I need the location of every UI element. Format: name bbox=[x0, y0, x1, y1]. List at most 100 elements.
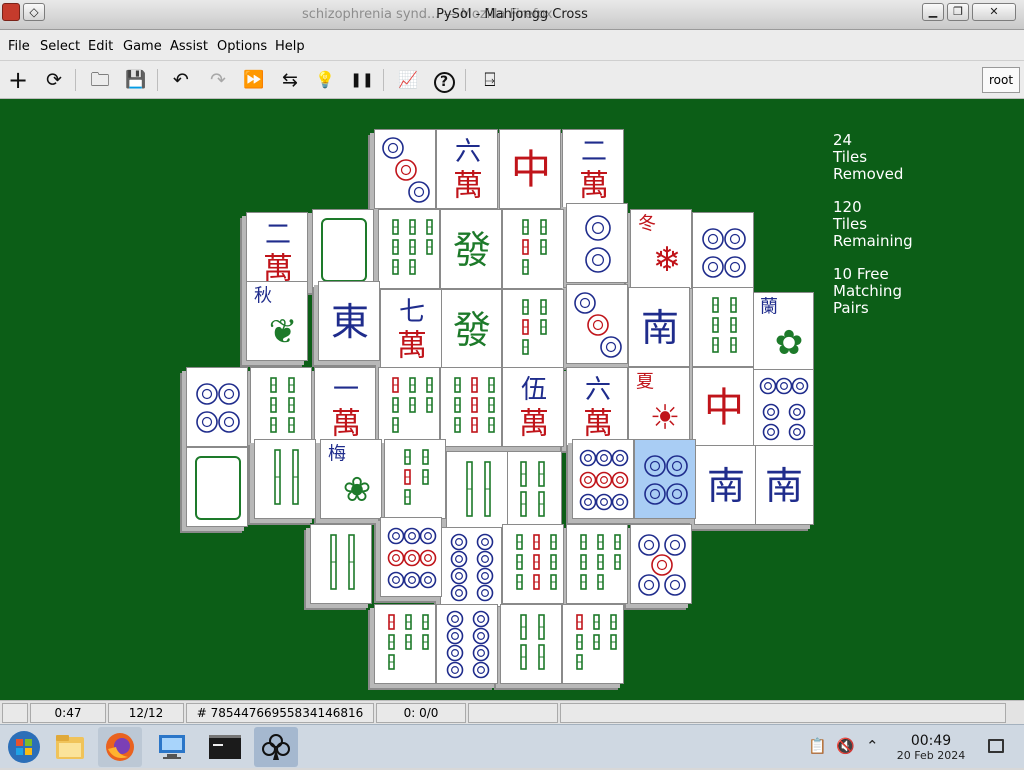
mahjong-tile[interactable] bbox=[378, 209, 440, 289]
mahjong-tile[interactable]: 一萬 bbox=[314, 367, 376, 447]
mahjong-tile[interactable] bbox=[384, 439, 446, 519]
restart-icon[interactable]: ⟳ bbox=[40, 66, 68, 94]
clipboard-icon[interactable]: 📋 bbox=[808, 737, 827, 755]
mahjong-tile[interactable]: 南 bbox=[628, 287, 690, 367]
redo-icon[interactable]: ↷ bbox=[204, 66, 232, 94]
mahjong-tile[interactable]: 東 bbox=[318, 281, 380, 361]
open-folder-icon[interactable]: 🗀 bbox=[86, 66, 114, 94]
mahjong-tile[interactable]: 六萬 bbox=[566, 367, 628, 447]
chevron-up-icon[interactable]: ⌃ bbox=[866, 737, 879, 755]
rules-help-icon[interactable]: ? bbox=[430, 66, 458, 94]
mahjong-tile[interactable]: 梅 ❀ bbox=[320, 439, 382, 519]
mahjong-tile[interactable]: 秋 ❦ bbox=[246, 281, 308, 361]
mahjong-tile[interactable] bbox=[378, 367, 440, 447]
mahjong-tile[interactable]: 六萬 bbox=[436, 129, 498, 209]
mahjong-tile[interactable] bbox=[312, 209, 374, 289]
minimize-button[interactable]: ▁ bbox=[922, 3, 944, 21]
mahjong-tile[interactable]: 發 bbox=[440, 209, 502, 289]
start-button[interactable] bbox=[2, 727, 46, 767]
mahjong-tile[interactable]: 七萬 bbox=[380, 289, 442, 369]
tile-face: 冬❄ bbox=[638, 214, 681, 281]
tile-face: 六萬 bbox=[453, 137, 483, 204]
svg-text:東: 東 bbox=[331, 300, 369, 344]
terminal-icon[interactable] bbox=[202, 727, 246, 767]
mahjong-tile[interactable] bbox=[630, 524, 692, 604]
mahjong-tile[interactable] bbox=[250, 367, 312, 447]
notifications-icon[interactable] bbox=[988, 739, 1004, 753]
taskbar-clock[interactable]: 00:49 20 Feb 2024 bbox=[888, 733, 974, 762]
mahjong-tile[interactable]: 夏 ☀ bbox=[628, 367, 690, 447]
free-pairs-count: 10 Free bbox=[833, 265, 889, 283]
menu-game[interactable]: Game bbox=[123, 39, 162, 54]
menu-edit[interactable]: Edit bbox=[88, 39, 113, 54]
mahjong-tile[interactable] bbox=[374, 604, 436, 684]
menu-select[interactable]: Select bbox=[40, 39, 80, 54]
undo-icon[interactable]: ↶ bbox=[167, 66, 195, 94]
close-button[interactable]: ✕ bbox=[972, 3, 1016, 21]
mahjong-tile[interactable] bbox=[562, 604, 624, 684]
mahjong-tile[interactable]: 二萬 bbox=[246, 212, 308, 292]
pysol-club-icon[interactable] bbox=[254, 727, 298, 767]
mahjong-tile[interactable] bbox=[254, 439, 316, 519]
maximize-button[interactable]: ❐ bbox=[947, 3, 969, 21]
mahjong-tile[interactable]: 發 bbox=[440, 289, 502, 369]
remote-desktop-icon[interactable] bbox=[150, 727, 194, 767]
free-pairs-stat: 10 Free Matching Pairs bbox=[833, 266, 913, 317]
hint-icon[interactable]: 💡 bbox=[311, 66, 339, 94]
mahjong-tile[interactable] bbox=[440, 367, 502, 447]
mahjong-tile[interactable] bbox=[566, 284, 628, 364]
statistics-icon[interactable]: 📈 bbox=[394, 66, 422, 94]
svg-text:冬: 冬 bbox=[638, 214, 656, 235]
mahjong-tile[interactable] bbox=[500, 451, 562, 531]
mahjong-tile[interactable]: 南 bbox=[694, 445, 756, 525]
mahjong-tile[interactable] bbox=[566, 524, 628, 604]
volume-muted-icon[interactable]: 🔇 bbox=[836, 737, 855, 755]
mahjong-tile-selected[interactable] bbox=[634, 439, 696, 519]
firefox-icon[interactable] bbox=[98, 727, 142, 767]
tiles-removed-stat: 24 Tiles Removed bbox=[833, 132, 913, 183]
mahjong-tile[interactable] bbox=[692, 212, 754, 292]
mahjong-tile[interactable]: 南 bbox=[752, 445, 814, 525]
mahjong-tile[interactable]: 二萬 bbox=[562, 129, 624, 209]
quit-icon[interactable]: ⍈ bbox=[476, 66, 504, 94]
tile-face bbox=[585, 215, 611, 273]
autodrop-icon[interactable]: ⏩ bbox=[240, 66, 268, 94]
tile-face bbox=[382, 137, 430, 203]
tile-face bbox=[274, 449, 299, 505]
mahjong-tile[interactable] bbox=[186, 367, 248, 447]
mahjong-tile[interactable] bbox=[502, 209, 564, 289]
mahjong-tile[interactable] bbox=[310, 524, 372, 604]
mahjong-tile[interactable] bbox=[446, 451, 508, 531]
menu-options[interactable]: Options bbox=[217, 39, 267, 54]
mahjong-tile[interactable]: 冬 ❄ bbox=[630, 209, 692, 289]
mahjong-tile[interactable] bbox=[692, 287, 754, 367]
svg-text:☀: ☀ bbox=[650, 398, 680, 438]
player-name-field[interactable]: root bbox=[982, 67, 1020, 93]
menu-help[interactable]: Help bbox=[275, 39, 305, 54]
mahjong-tile[interactable] bbox=[186, 447, 248, 527]
mahjong-tile[interactable]: 蘭 ✿ bbox=[752, 292, 814, 372]
mahjong-tile[interactable]: 中 bbox=[692, 367, 754, 447]
mahjong-tile[interactable] bbox=[566, 203, 628, 283]
pause-icon[interactable]: ❚❚ bbox=[348, 66, 376, 94]
tile-face bbox=[388, 614, 429, 670]
mahjong-tile[interactable]: 伍萬 bbox=[502, 367, 564, 447]
menu-assist[interactable]: Assist bbox=[170, 39, 208, 54]
mahjong-tile[interactable] bbox=[374, 129, 436, 209]
mahjong-tile[interactable] bbox=[502, 289, 564, 369]
mahjong-tile[interactable]: 中 bbox=[499, 129, 561, 209]
mahjong-tile[interactable] bbox=[502, 524, 564, 604]
menu-file[interactable]: File bbox=[8, 39, 30, 54]
mahjong-tile[interactable] bbox=[572, 439, 634, 519]
mahjong-tile[interactable] bbox=[436, 604, 498, 684]
mahjong-tile[interactable] bbox=[752, 369, 814, 449]
mahjong-tile[interactable] bbox=[380, 517, 442, 597]
new-game-icon[interactable]: + bbox=[4, 66, 32, 94]
stat-label: Tiles bbox=[833, 148, 868, 166]
mahjong-tile[interactable] bbox=[500, 604, 562, 684]
file-manager-icon[interactable] bbox=[48, 727, 92, 767]
game-board[interactable]: 六萬中二萬二萬發冬 ❄ 秋 ❦ 東七萬發南蘭 ✿ 一萬伍萬六萬夏 ☀ 中梅 ❀ 南南 24 Tile… bbox=[0, 99, 1024, 700]
shuffle-icon[interactable]: ⇆ bbox=[276, 66, 304, 94]
mahjong-tile[interactable] bbox=[440, 527, 502, 607]
save-icon[interactable]: 💾 bbox=[122, 66, 150, 94]
